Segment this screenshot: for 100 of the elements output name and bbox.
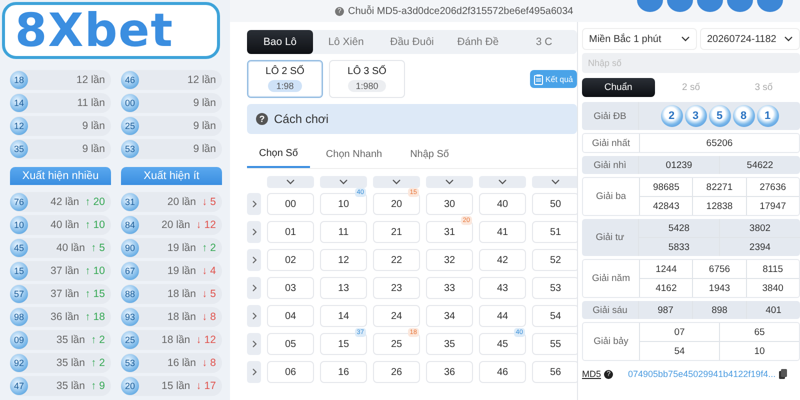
number-cell[interactable]: 11 bbox=[320, 221, 367, 243]
prize-number: 12838 bbox=[692, 197, 746, 215]
prize-number: 8115 bbox=[746, 260, 799, 278]
pick-tab[interactable]: Chọn Số bbox=[247, 140, 310, 168]
count-text: 15 lần bbox=[162, 380, 190, 392]
how-to-play-bar[interactable]: ? Cách chơi bbox=[247, 104, 577, 134]
count-text: 9 lần bbox=[82, 143, 105, 155]
number-cell[interactable]: 03 bbox=[267, 277, 314, 299]
game-tab[interactable]: Lô Xiên bbox=[313, 30, 379, 54]
count-text: 16 lần bbox=[167, 357, 196, 369]
number-cell[interactable]: 16 bbox=[320, 361, 367, 383]
count-text: 20 lần bbox=[167, 196, 196, 208]
trend-text: ↓ 4 bbox=[202, 265, 216, 277]
number-cell[interactable]: 44 bbox=[479, 305, 526, 327]
number-cell[interactable]: 24 bbox=[373, 305, 420, 327]
chevron-right-icon bbox=[252, 200, 256, 208]
number-cell[interactable]: 23 bbox=[373, 277, 420, 299]
number-ball: 90 bbox=[121, 239, 139, 257]
number-ball: 25 bbox=[121, 117, 139, 135]
number-cell[interactable]: 14 bbox=[320, 305, 367, 327]
row-select-button[interactable] bbox=[247, 277, 261, 299]
result-ball: 1 bbox=[756, 105, 778, 127]
number-cell[interactable]: 54 bbox=[532, 305, 577, 327]
number-cell[interactable]: 04 bbox=[267, 305, 314, 327]
number-cell[interactable]: 56 bbox=[532, 361, 577, 383]
number-cell[interactable]: 02 bbox=[267, 249, 314, 271]
game-tab[interactable]: Bao Lô bbox=[247, 30, 313, 54]
number-cell[interactable]: 50 bbox=[532, 193, 577, 215]
number-ball: 46 bbox=[121, 71, 139, 89]
number-cell[interactable]: 41 bbox=[479, 221, 526, 243]
trend-text: ↓ 8 bbox=[202, 311, 216, 323]
chevron-right-icon bbox=[252, 340, 256, 348]
chevron-right-icon bbox=[252, 368, 256, 376]
number-cell[interactable]: 15 bbox=[320, 333, 367, 355]
number-cell[interactable]: 01 bbox=[267, 221, 314, 243]
trend-text: ↓ 17 bbox=[196, 380, 216, 392]
prize-number: 07 bbox=[673, 326, 686, 340]
number-cell[interactable]: 35 bbox=[426, 333, 473, 355]
number-ball: 35 bbox=[10, 140, 28, 158]
number-cell[interactable]: 25 bbox=[373, 333, 420, 355]
number-cell[interactable]: 22 bbox=[373, 249, 420, 271]
md5-chain-text: Chuỗi MD5-a3d0dce206d2f315572be6ef495a6034 bbox=[348, 6, 574, 16]
number-cell[interactable]: 51 bbox=[532, 221, 577, 243]
number-cell[interactable]: 31 bbox=[426, 221, 473, 243]
bet-type-card[interactable]: LÔ 3 SỐ 1:980 bbox=[329, 60, 405, 98]
number-cell[interactable]: 40 bbox=[479, 193, 526, 215]
trend-text: ↑ 18 bbox=[85, 311, 105, 323]
game-tab[interactable]: Đánh Đề bbox=[445, 30, 511, 54]
pick-tab[interactable]: Nhập Số bbox=[398, 140, 461, 168]
number-cell[interactable]: 06 bbox=[267, 361, 314, 383]
bet-type-card[interactable]: LÔ 2 SỐ 1:98 bbox=[247, 60, 323, 98]
chevron-down-icon bbox=[286, 179, 295, 185]
row-select-button[interactable] bbox=[247, 249, 261, 271]
number-ball: 53 bbox=[121, 140, 139, 158]
number-ball: 00 bbox=[121, 94, 139, 112]
number-ball: 25 bbox=[121, 331, 139, 349]
count-text: 20 lần bbox=[162, 219, 190, 231]
md5-link[interactable]: MD5 bbox=[582, 369, 602, 379]
number-cell[interactable]: 52 bbox=[532, 249, 577, 271]
row-select-button[interactable] bbox=[247, 221, 261, 243]
number-search-field[interactable]: Nhập số bbox=[582, 53, 800, 73]
game-tab[interactable]: 3 C bbox=[511, 30, 577, 54]
number-cell[interactable]: 34 bbox=[426, 305, 473, 327]
number-ball: 47 bbox=[10, 377, 28, 395]
game-tab[interactable]: Đầu Đuôi bbox=[379, 30, 445, 54]
count-text: 18 lần bbox=[167, 311, 196, 323]
number-cell[interactable]: 05 bbox=[267, 333, 314, 355]
number-cell[interactable]: 00 bbox=[267, 193, 314, 215]
region-select[interactable]: Miền Bắc 1 phút bbox=[582, 28, 697, 50]
number-cell[interactable]: 42 bbox=[479, 249, 526, 271]
number-cell[interactable]: 30 bbox=[426, 193, 473, 215]
number-ball: 20 bbox=[121, 377, 139, 395]
prize-number: 82271 bbox=[692, 178, 746, 196]
count-text: 18 lần bbox=[167, 288, 196, 300]
number-cell[interactable]: 55 bbox=[532, 333, 577, 355]
mode-tab[interactable]: Chuẩn bbox=[582, 78, 655, 97]
number-cell[interactable]: 46 bbox=[479, 361, 526, 383]
how-to-play-text: Cách chơi bbox=[274, 112, 329, 126]
number-cell[interactable]: 43 bbox=[479, 277, 526, 299]
count-text: 40 lần bbox=[50, 219, 80, 231]
count-text: 12 lần bbox=[76, 74, 105, 86]
number-cell[interactable]: 20 bbox=[373, 193, 420, 215]
pick-tab[interactable]: Chọn Nhanh bbox=[314, 140, 394, 168]
number-cell[interactable]: 53 bbox=[532, 277, 577, 299]
number-cell[interactable]: 45 bbox=[479, 333, 526, 355]
row-select-button[interactable] bbox=[247, 193, 261, 215]
chevron-down-icon bbox=[681, 36, 690, 42]
number-cell[interactable]: 33 bbox=[426, 277, 473, 299]
draw-select[interactable]: 20260724-1182 bbox=[700, 28, 800, 50]
number-cell[interactable]: 10 bbox=[320, 193, 367, 215]
number-cell[interactable]: 26 bbox=[373, 361, 420, 383]
number-cell[interactable]: 21 bbox=[373, 221, 420, 243]
number-cell[interactable]: 36 bbox=[426, 361, 473, 383]
row-select-button[interactable] bbox=[247, 361, 261, 383]
row-select-button[interactable] bbox=[247, 333, 261, 355]
row-select-button[interactable] bbox=[247, 305, 261, 327]
number-cell[interactable]: 12 bbox=[320, 249, 367, 271]
number-ball: 12 bbox=[10, 117, 28, 135]
number-cell[interactable]: 13 bbox=[320, 277, 367, 299]
number-cell[interactable]: 32 bbox=[426, 249, 473, 271]
